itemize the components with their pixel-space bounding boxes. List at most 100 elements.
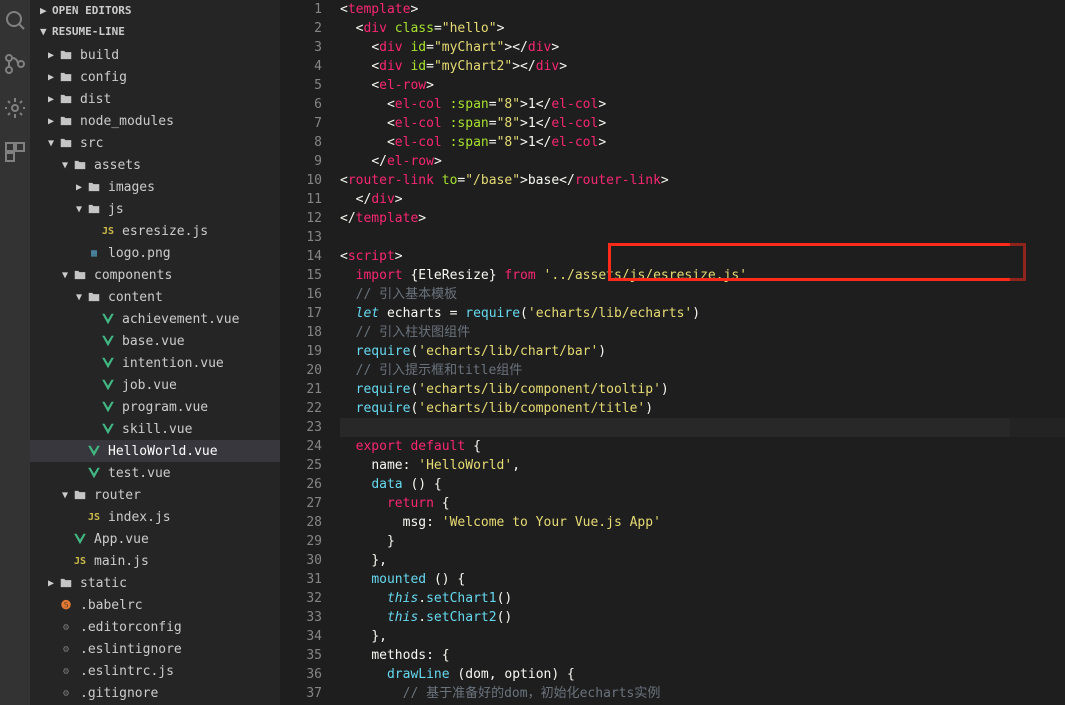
code-line-12[interactable]: </template> <box>340 209 1065 228</box>
code-line-1[interactable]: <template> <box>340 0 1065 19</box>
file-index.js[interactable]: JSindex.js <box>30 506 280 528</box>
line-number: 33 <box>280 608 322 627</box>
code-line-30[interactable]: }, <box>340 551 1065 570</box>
folder-router[interactable]: ▼router <box>30 484 280 506</box>
line-number: 10 <box>280 171 322 190</box>
code-area[interactable]: <template> <div class="hello"> <div id="… <box>340 0 1065 703</box>
folder-static[interactable]: ▶static <box>30 572 280 594</box>
file-logo.png[interactable]: ▦logo.png <box>30 242 280 264</box>
project-header[interactable]: ▼RESUME-LINE <box>30 21 280 42</box>
folder-icon <box>72 267 88 283</box>
file-.eslintignore[interactable]: ⚙.eslintignore <box>30 638 280 660</box>
vue-icon <box>72 531 88 547</box>
code-line-3[interactable]: <div id="myChart"></div> <box>340 38 1065 57</box>
code-line-18[interactable]: // 引入柱状图组件 <box>340 323 1065 342</box>
code-line-35[interactable]: methods: { <box>340 646 1065 665</box>
file-App.vue[interactable]: App.vue <box>30 528 280 550</box>
chevron-right-icon: ▶ <box>44 50 58 61</box>
tree-item-label: .editorconfig <box>80 620 182 635</box>
code-line-2[interactable]: <div class="hello"> <box>340 19 1065 38</box>
line-number: 2 <box>280 19 322 38</box>
minimap[interactable] <box>1010 0 1065 705</box>
code-line-23[interactable] <box>340 418 1065 437</box>
code-line-31[interactable]: mounted () { <box>340 570 1065 589</box>
code-line-28[interactable]: msg: 'Welcome to Your Vue.js App' <box>340 513 1065 532</box>
code-line-10[interactable]: <router-link to="/base">base</router-lin… <box>340 171 1065 190</box>
dot-icon: ❺ <box>58 597 74 613</box>
extensions-icon[interactable] <box>3 140 27 164</box>
folder-images[interactable]: ▶images <box>30 176 280 198</box>
file-main.js[interactable]: JSmain.js <box>30 550 280 572</box>
line-number: 26 <box>280 475 322 494</box>
folder-dist[interactable]: ▶dist <box>30 88 280 110</box>
open-editors-header[interactable]: ▶OPEN EDITORS <box>30 0 280 21</box>
line-number: 22 <box>280 399 322 418</box>
line-number: 18 <box>280 323 322 342</box>
folder-build[interactable]: ▶build <box>30 44 280 66</box>
file-.gitignore[interactable]: ⚙.gitignore <box>30 682 280 704</box>
file-intention.vue[interactable]: intention.vue <box>30 352 280 374</box>
code-line-34[interactable]: }, <box>340 627 1065 646</box>
file-HelloWorld.vue[interactable]: HelloWorld.vue <box>30 440 280 462</box>
tree-item-label: components <box>94 268 172 283</box>
folder-js[interactable]: ▼js <box>30 198 280 220</box>
code-line-9[interactable]: </el-row> <box>340 152 1065 171</box>
file-program.vue[interactable]: program.vue <box>30 396 280 418</box>
file-test.vue[interactable]: test.vue <box>30 462 280 484</box>
line-number: 32 <box>280 589 322 608</box>
vue-icon <box>100 355 116 371</box>
code-line-16[interactable]: // 引入基本模板 <box>340 285 1065 304</box>
vue-icon <box>100 399 116 415</box>
code-line-6[interactable]: <el-col :span="8">1</el-col> <box>340 95 1065 114</box>
file-.eslintrc.js[interactable]: ⚙.eslintrc.js <box>30 660 280 682</box>
code-line-22[interactable]: require('echarts/lib/component/title') <box>340 399 1065 418</box>
code-line-20[interactable]: // 引入提示框和title组件 <box>340 361 1065 380</box>
debug-icon[interactable] <box>3 96 27 120</box>
code-line-8[interactable]: <el-col :span="8">1</el-col> <box>340 133 1065 152</box>
search-icon[interactable] <box>3 8 27 32</box>
code-line-24[interactable]: export default { <box>340 437 1065 456</box>
code-line-29[interactable]: } <box>340 532 1065 551</box>
tree-item-label: .eslintrc.js <box>80 664 174 679</box>
file-esresize.js[interactable]: JSesresize.js <box>30 220 280 242</box>
code-line-37[interactable]: // 基于准备好的dom，初始化echarts实例 <box>340 684 1065 703</box>
folder-node_modules[interactable]: ▶node_modules <box>30 110 280 132</box>
line-number: 19 <box>280 342 322 361</box>
line-number: 16 <box>280 285 322 304</box>
folder-icon <box>58 47 74 63</box>
code-line-11[interactable]: </div> <box>340 190 1065 209</box>
folder-icon <box>58 91 74 107</box>
scm-icon[interactable] <box>3 52 27 76</box>
file-base.vue[interactable]: base.vue <box>30 330 280 352</box>
folder-content[interactable]: ▼content <box>30 286 280 308</box>
chevron-right-icon: ▶ <box>44 72 58 83</box>
code-line-19[interactable]: require('echarts/lib/chart/bar') <box>340 342 1065 361</box>
folder-src[interactable]: ▼src <box>30 132 280 154</box>
tree-item-label: skill.vue <box>122 422 192 437</box>
code-line-13[interactable] <box>340 228 1065 247</box>
folder-config[interactable]: ▶config <box>30 66 280 88</box>
code-line-5[interactable]: <el-row> <box>340 76 1065 95</box>
file-.editorconfig[interactable]: ⚙.editorconfig <box>30 616 280 638</box>
file-achievement.vue[interactable]: achievement.vue <box>30 308 280 330</box>
code-line-17[interactable]: let echarts = require('echarts/lib/echar… <box>340 304 1065 323</box>
tree-item-label: job.vue <box>122 378 177 393</box>
code-line-21[interactable]: require('echarts/lib/component/tooltip') <box>340 380 1065 399</box>
code-line-15[interactable]: import {EleResize} from '../assets/js/es… <box>340 266 1065 285</box>
code-line-4[interactable]: <div id="myChart2"></div> <box>340 57 1065 76</box>
code-line-32[interactable]: this.setChart1() <box>340 589 1065 608</box>
code-line-27[interactable]: return { <box>340 494 1065 513</box>
code-line-7[interactable]: <el-col :span="8">1</el-col> <box>340 114 1065 133</box>
line-number: 9 <box>280 152 322 171</box>
folder-components[interactable]: ▼components <box>30 264 280 286</box>
code-line-26[interactable]: data () { <box>340 475 1065 494</box>
code-line-25[interactable]: name: 'HelloWorld', <box>340 456 1065 475</box>
code-line-33[interactable]: this.setChart2() <box>340 608 1065 627</box>
file-skill.vue[interactable]: skill.vue <box>30 418 280 440</box>
file-job.vue[interactable]: job.vue <box>30 374 280 396</box>
file-.babelrc[interactable]: ❺.babelrc <box>30 594 280 616</box>
folder-assets[interactable]: ▼assets <box>30 154 280 176</box>
editor[interactable]: 1234567891011121314151617181920212223242… <box>280 0 1065 705</box>
code-line-36[interactable]: drawLine (dom, option) { <box>340 665 1065 684</box>
code-line-14[interactable]: <script> <box>340 247 1065 266</box>
